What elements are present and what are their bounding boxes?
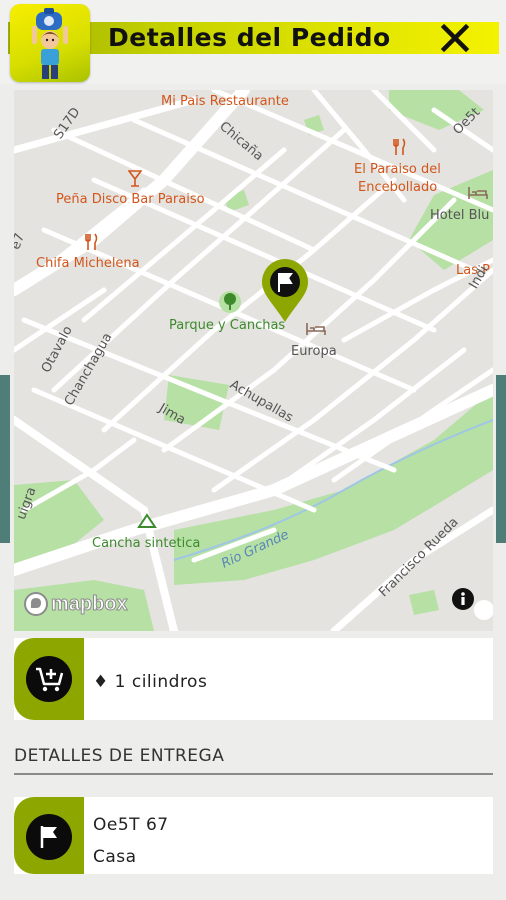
park-icon — [219, 291, 241, 313]
mapbox-icon — [24, 592, 48, 616]
hotel-icon — [306, 323, 326, 335]
info-button[interactable] — [452, 588, 474, 610]
address-line-1: Oe5T 67 — [93, 815, 169, 835]
close-button[interactable] — [437, 20, 473, 56]
page-title: Detalles del Pedido — [108, 23, 391, 52]
address-line-2: Casa — [93, 847, 137, 867]
mapbox-logo[interactable]: mapbox — [23, 590, 128, 618]
poi-label: El Paraiso del — [354, 162, 441, 177]
info-icon — [461, 592, 465, 605]
map-pin-icon — [262, 259, 308, 322]
close-icon — [440, 23, 470, 53]
hotel-icon — [468, 187, 488, 199]
bar-icon — [128, 170, 142, 187]
mapbox-wordmark: mapbox — [51, 592, 129, 615]
sports-field-icon — [137, 513, 157, 528]
poi-label: Peña Disco Bar Paraiso — [56, 192, 205, 207]
order-item-card: ♦ 1 cilindros — [14, 638, 493, 720]
poi-label: Hotel Blu — [430, 208, 490, 223]
card-side-accent — [14, 797, 84, 874]
poi-label: Europa — [291, 344, 337, 359]
order-item-text: ♦ 1 cilindros — [93, 672, 208, 692]
add-to-cart-icon — [36, 667, 64, 692]
page-edge-left — [0, 375, 10, 543]
poi-label: Mi Pais Restaurante — [161, 94, 289, 109]
card-side-accent — [14, 638, 84, 720]
destination-marker[interactable] — [260, 258, 310, 324]
flag-icon — [40, 826, 57, 848]
app-logo — [10, 4, 90, 82]
app-header: Detalles del Pedido — [0, 0, 506, 84]
restaurant-icon — [85, 233, 98, 250]
map-view[interactable]: Mi Pais Restaurante Peña Disco Bar Parai… — [14, 90, 493, 631]
section-divider — [14, 773, 493, 775]
flag-icon-badge — [26, 814, 72, 860]
restaurant-icon — [393, 138, 406, 155]
poi-label: Encebollado — [358, 180, 438, 195]
cart-icon-badge — [26, 656, 72, 702]
poi-label: Cancha sintetica — [92, 536, 201, 551]
poi-label: Chifa Michelena — [36, 256, 140, 271]
page-edge-right — [496, 375, 506, 543]
delivery-address-card: Oe5T 67 Casa — [14, 797, 493, 874]
delivery-section-title: DETALLES DE ENTREGA — [14, 746, 225, 766]
